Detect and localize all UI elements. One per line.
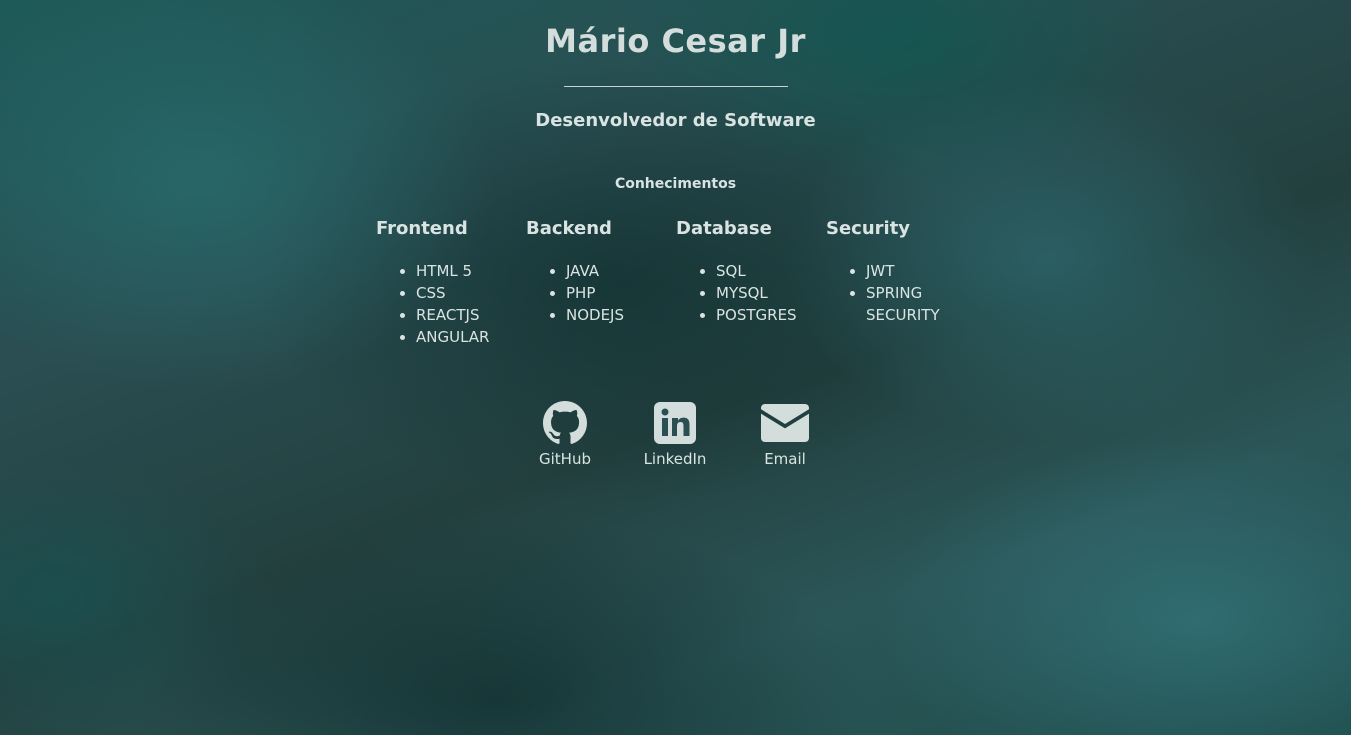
- skill-column-frontend: Frontend HTML 5 CSS REACTJS ANGULAR: [376, 216, 526, 348]
- skill-item: PHP: [566, 282, 646, 304]
- skill-column-backend: Backend JAVA PHP NODEJS: [526, 216, 676, 348]
- linkedin-label: LinkedIn: [643, 450, 707, 468]
- email-icon: [730, 400, 840, 446]
- skill-list: HTML 5 CSS REACTJS ANGULAR: [376, 260, 526, 348]
- page: Mário Cesar Jr Desenvolvedor de Software…: [0, 0, 1351, 735]
- social-links: GitHub LinkedIn Email: [510, 400, 840, 468]
- skill-item: CSS: [416, 282, 496, 304]
- skill-column-title: Backend: [526, 218, 612, 239]
- skill-column-database: Database SQL MYSQL POSTGRES: [676, 216, 826, 348]
- email-label: Email: [764, 450, 806, 468]
- skill-column-title: Frontend: [376, 218, 468, 239]
- skill-column-security: Security JWT SPRING SECURITY: [826, 216, 976, 348]
- job-title: Desenvolvedor de Software: [535, 110, 816, 131]
- skill-item: NODEJS: [566, 304, 646, 326]
- skill-item: POSTGRES: [716, 304, 797, 326]
- skill-item: SPRING SECURITY: [866, 282, 946, 326]
- email-link[interactable]: Email: [730, 400, 840, 468]
- skill-item: MYSQL: [716, 282, 796, 304]
- linkedin-icon: [620, 400, 730, 446]
- skills-grid: Frontend HTML 5 CSS REACTJS ANGULAR Back…: [376, 216, 976, 348]
- skill-list: SQL MYSQL POSTGRES: [676, 260, 826, 326]
- github-label: GitHub: [539, 450, 591, 468]
- skill-column-title: Security: [826, 218, 911, 239]
- skill-item: SQL: [716, 260, 796, 282]
- title-divider: [564, 86, 788, 87]
- github-link[interactable]: GitHub: [510, 400, 620, 468]
- skill-item: JWT: [866, 260, 946, 282]
- page-title: Mário Cesar Jr: [545, 22, 806, 60]
- skill-item: JAVA: [566, 260, 646, 282]
- github-icon: [510, 400, 620, 446]
- skill-item: HTML 5: [416, 260, 496, 282]
- skill-list: JAVA PHP NODEJS: [526, 260, 676, 326]
- skill-item: ANGULAR: [416, 326, 496, 348]
- skill-list: JWT SPRING SECURITY: [826, 260, 976, 326]
- skills-heading: Conhecimentos: [614, 176, 737, 192]
- skill-item: REACTJS: [416, 304, 496, 326]
- skill-column-title: Database: [676, 218, 772, 239]
- linkedin-link[interactable]: LinkedIn: [620, 400, 730, 468]
